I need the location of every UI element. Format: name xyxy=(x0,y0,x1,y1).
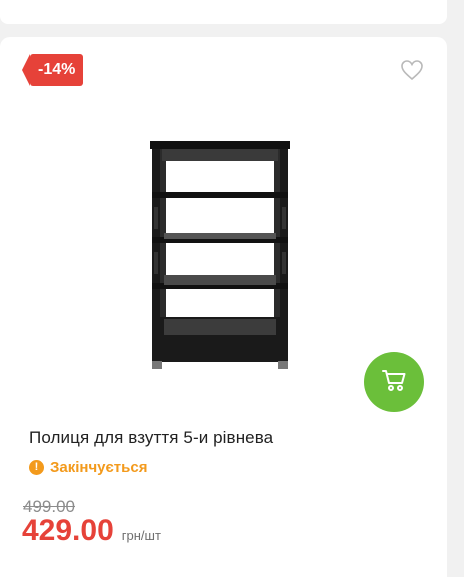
current-price: 429.00 xyxy=(22,514,114,547)
cart-icon xyxy=(381,368,407,397)
stock-status-label: Закінчується xyxy=(50,459,148,476)
previous-product-card xyxy=(0,0,447,24)
product-title[interactable]: Полиця для взуття 5-и рівнева xyxy=(29,428,273,448)
stock-status: ! Закінчується xyxy=(29,459,147,476)
product-image[interactable] xyxy=(140,137,300,377)
heart-outline-icon[interactable] xyxy=(400,59,424,81)
add-to-cart-button[interactable] xyxy=(364,352,424,412)
price-unit: грн/шт xyxy=(121,528,161,543)
product-card[interactable]: -14% Полиця для взуття 5-и рівнева ! Зак… xyxy=(0,37,447,577)
price-row: 429.00 грн/шт xyxy=(22,514,161,548)
exclamation-icon: ! xyxy=(29,460,44,475)
discount-badge: -14% xyxy=(21,54,84,86)
